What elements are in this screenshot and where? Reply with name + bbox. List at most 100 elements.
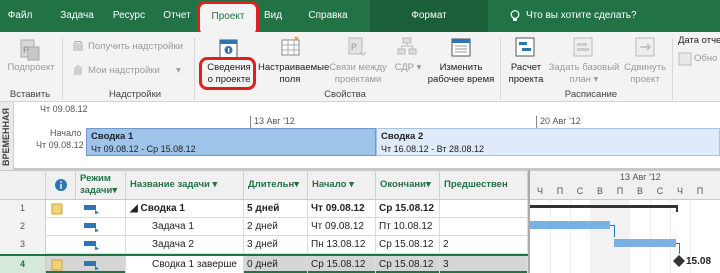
- predecessors-cell[interactable]: [440, 218, 528, 236]
- group-separator: [500, 38, 501, 100]
- calculate-project-icon: [515, 37, 535, 57]
- timeline-tick: [250, 116, 251, 128]
- update-project-button[interactable]: Обно: [694, 52, 717, 66]
- gantt-day: С: [576, 186, 584, 196]
- baseline-line2: план: [569, 74, 591, 85]
- custom-fields-button[interactable]: Настраиваемые поля: [258, 62, 330, 86]
- header-mode-line1: Режим: [80, 173, 111, 184]
- tab-format[interactable]: Формат: [370, 0, 488, 32]
- table-row[interactable]: 3 Задача 2 3 дней Пн 13.08.12 Ср 15.08.1…: [0, 236, 528, 254]
- start-cell[interactable]: Ср 15.08.12: [308, 256, 376, 273]
- duration-cell[interactable]: 2 дней: [244, 218, 308, 236]
- finish-cell[interactable]: Пт 10.08.12: [376, 218, 440, 236]
- milestone-diamond-icon[interactable]: [673, 255, 685, 267]
- tab-task[interactable]: Задача: [48, 0, 106, 32]
- row-number: 2: [0, 218, 46, 236]
- header-finish[interactable]: Окончани▾: [376, 170, 440, 200]
- auto-schedule-icon: [84, 261, 99, 270]
- header-duration[interactable]: Длительн▾: [244, 170, 308, 200]
- header-predecessors[interactable]: Предшествен: [440, 170, 528, 200]
- duration-cell[interactable]: 0 дней: [244, 256, 308, 273]
- header-name-label: Название задачи: [130, 179, 210, 190]
- task-mode-cell[interactable]: [76, 200, 126, 218]
- timeline-start-label: Начало: [50, 128, 82, 138]
- header-task-name[interactable]: Название задачи ▾: [126, 170, 244, 200]
- gantt-day: С: [656, 186, 664, 196]
- table-row[interactable]: 1 ◢ Сводка 1 5 дней Чт 09.08.12 Ср 15.08…: [0, 200, 528, 218]
- subproject-button[interactable]: Подпроект: [4, 62, 58, 74]
- calculate-project-button[interactable]: Расчет проекта: [504, 62, 548, 86]
- highlight-ring-project-info: [199, 57, 256, 90]
- predecessors-cell[interactable]: 2: [440, 236, 528, 254]
- finish-cell[interactable]: Ср 15.08.12: [376, 256, 440, 273]
- puzzle-icon: [74, 65, 82, 75]
- tell-me-text: Что вы хотите сделать?: [526, 10, 637, 21]
- tab-view[interactable]: Вид: [260, 0, 286, 32]
- header-duration-label: Длительн: [248, 179, 295, 190]
- row-number: 1: [0, 200, 46, 218]
- chevron-down-icon: ▾: [593, 74, 599, 85]
- my-addins-button[interactable]: Мои надстройки: [88, 64, 160, 78]
- wbs-button[interactable]: СДР ▾: [392, 62, 424, 74]
- row-indicator: [46, 256, 76, 273]
- tab-report[interactable]: Отчет: [158, 0, 196, 32]
- tab-file[interactable]: Файл: [0, 0, 40, 32]
- task-name-cell[interactable]: Сводка 1 заверше: [126, 256, 244, 273]
- task-name-cell[interactable]: Задача 2: [126, 236, 244, 254]
- row-indicator: [46, 236, 76, 254]
- start-cell[interactable]: Пн 13.08.12: [308, 236, 376, 254]
- header-start[interactable]: Начало ▾: [308, 170, 376, 200]
- task-mode-cell[interactable]: [76, 218, 126, 236]
- header-info[interactable]: [46, 170, 76, 200]
- finish-cell[interactable]: Ср 15.08.12: [376, 236, 440, 254]
- set-baseline-button[interactable]: Задать базовый план ▾: [546, 62, 622, 86]
- tell-me-search[interactable]: Что вы хотите сделать?: [510, 0, 637, 32]
- task-name-cell[interactable]: ◢ Сводка 1: [126, 200, 244, 218]
- table-row[interactable]: 2 Задача 1 2 дней Чт 09.08.12 Пт 10.08.1…: [0, 218, 528, 236]
- task-name-cell[interactable]: Задача 1: [126, 218, 244, 236]
- gantt-week-label: 13 Авг '12: [620, 172, 661, 182]
- predecessors-cell[interactable]: 3: [440, 256, 528, 273]
- wbs-label: СДР: [394, 62, 414, 73]
- move-project-button[interactable]: Сдвинуть проект: [620, 62, 670, 86]
- custom-fields-line1: Настраиваемые: [258, 62, 330, 73]
- auto-schedule-icon: [84, 223, 99, 232]
- gantt-gridline: [550, 200, 551, 273]
- calendar-icon: [451, 38, 471, 57]
- group-properties-label: Свойства: [324, 89, 366, 100]
- header-pred-label: Предшествен: [444, 179, 508, 190]
- tab-help[interactable]: Справка: [298, 0, 358, 32]
- header-task-mode[interactable]: Режим задачи▾: [76, 170, 126, 200]
- info-icon: [54, 179, 67, 191]
- gantt-day: Ч: [677, 186, 683, 196]
- move-line1: Сдвинуть: [623, 62, 667, 73]
- task-mode-cell[interactable]: [76, 236, 126, 254]
- gantt-task-bar[interactable]: [530, 221, 610, 229]
- predecessors-cell[interactable]: [440, 200, 528, 218]
- note-icon: [51, 259, 63, 271]
- duration-cell[interactable]: 3 дней: [244, 236, 308, 254]
- gantt-summary-bar[interactable]: [530, 205, 676, 208]
- move-project-icon: [635, 37, 655, 57]
- gantt-gridline: [670, 200, 671, 273]
- status-date-label[interactable]: Дата отче: [678, 34, 720, 48]
- timeline-top-date: Чт 09.08.12: [40, 104, 88, 114]
- change-working-time-button[interactable]: Изменить рабочее время: [424, 62, 498, 86]
- table-row-selected[interactable]: 4 Сводка 1 заверше 0 дней Ср 15.08.12 Ср…: [0, 254, 528, 273]
- get-addins-button[interactable]: Получить надстройки: [88, 40, 183, 54]
- ribbon-tab-bar: Файл Задача Ресурс Отчет Проект Вид Спра…: [0, 0, 720, 32]
- timeline-bar-dates: Чт 16.08.12 - Вт 28.08.12: [381, 144, 485, 154]
- timeline-tick: [536, 116, 537, 128]
- links-between-projects-button[interactable]: Связи между проектами: [328, 62, 388, 86]
- gantt-task-bar[interactable]: [614, 239, 676, 247]
- timeline-bar-summary2[interactable]: Сводка 2 Чт 16.08.12 - Вт 28.08.12: [376, 128, 720, 156]
- start-cell[interactable]: Чт 09.08.12: [308, 218, 376, 236]
- timeline-bar-summary1[interactable]: Сводка 1 Чт 09.08.12 - Ср 15.08.12: [86, 128, 376, 156]
- finish-cell[interactable]: Ср 15.08.12: [376, 200, 440, 218]
- task-mode-cell[interactable]: [76, 256, 126, 273]
- tab-resource[interactable]: Ресурс: [104, 0, 154, 32]
- start-cell[interactable]: Чт 09.08.12: [308, 200, 376, 218]
- gantt-day: Ч: [537, 186, 543, 196]
- working-time-line2: рабочее время: [427, 74, 495, 85]
- duration-cell[interactable]: 5 дней: [244, 200, 308, 218]
